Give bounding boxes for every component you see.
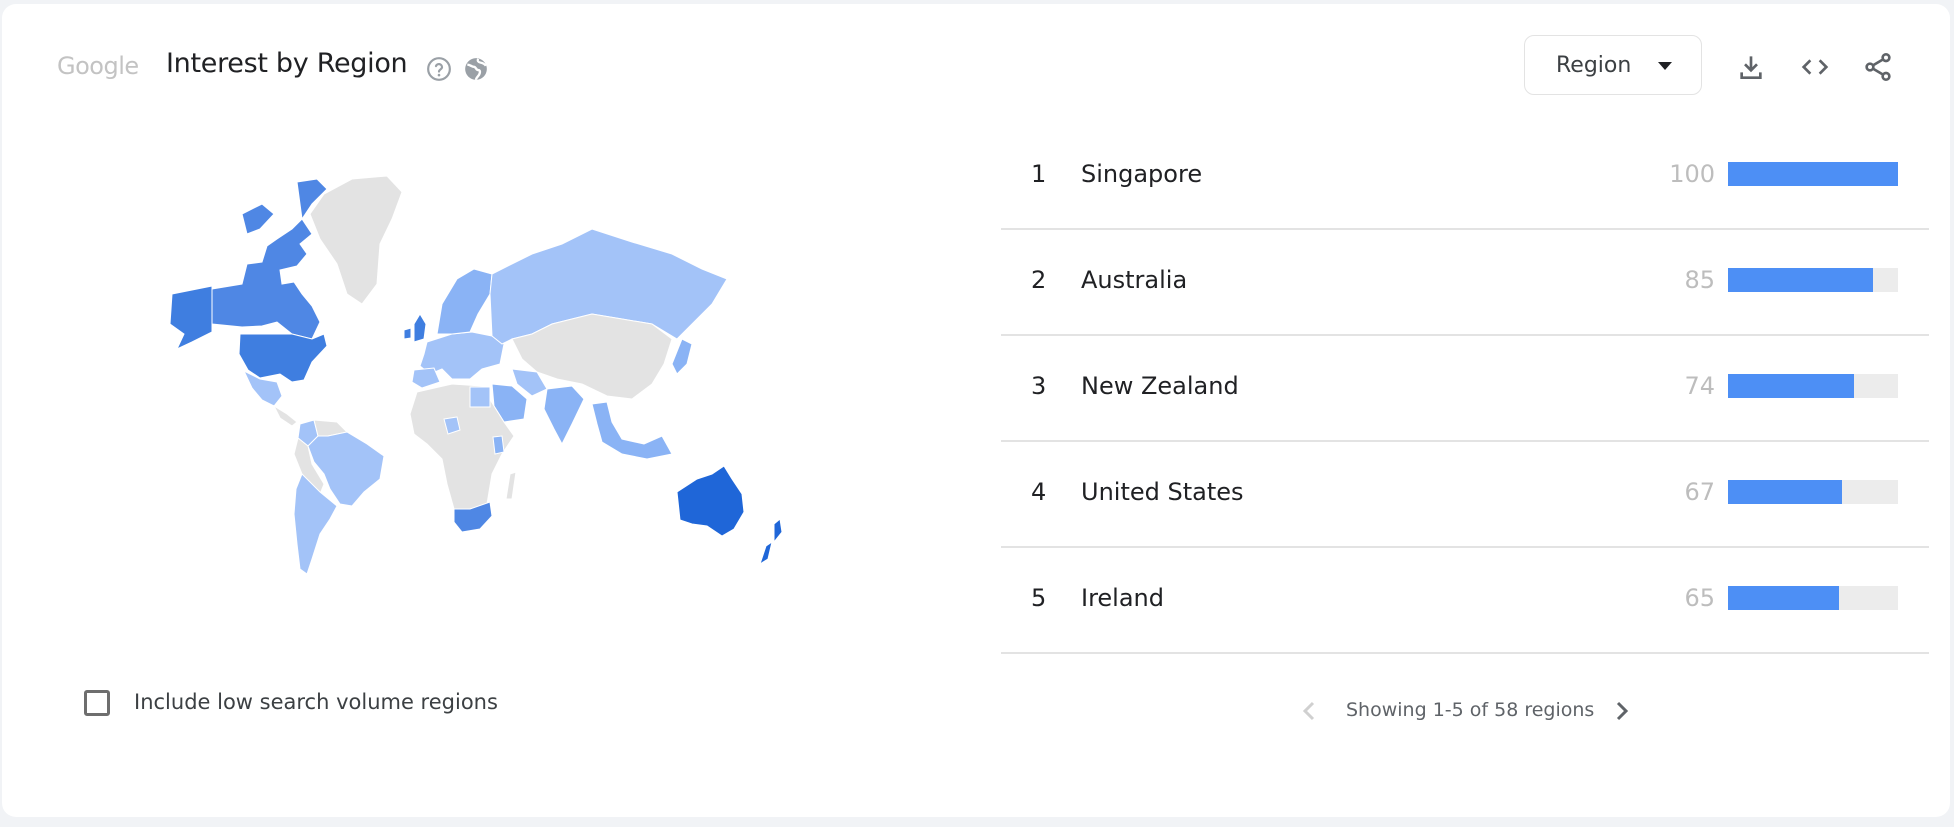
row-bar-fill xyxy=(1728,374,1854,398)
map-region-australia[interactable] xyxy=(676,465,745,537)
world-map[interactable] xyxy=(152,174,852,614)
row-bar-track xyxy=(1728,480,1898,504)
map-region-united-kingdom[interactable] xyxy=(413,313,427,343)
map-region-alaska[interactable] xyxy=(169,285,213,351)
map-region-egypt[interactable] xyxy=(469,386,491,408)
pagination-status: Showing 1-5 of 58 regions xyxy=(1346,699,1595,721)
list-item[interactable]: 2 Australia 85 xyxy=(1001,230,1929,336)
row-rank: 3 xyxy=(1031,372,1047,400)
row-rank: 5 xyxy=(1031,584,1047,612)
globe-icon[interactable] xyxy=(463,56,489,82)
map-region-ireland[interactable] xyxy=(403,327,412,340)
chevron-left-icon[interactable] xyxy=(1298,696,1322,726)
row-rank: 4 xyxy=(1031,478,1047,506)
row-region-name[interactable]: New Zealand xyxy=(1081,372,1239,400)
row-rank: 1 xyxy=(1031,160,1047,188)
resolution-select[interactable]: Region xyxy=(1524,35,1702,95)
row-bar-track xyxy=(1728,374,1898,398)
download-icon[interactable] xyxy=(1735,51,1767,83)
region-ranking-list: 1 Singapore 100 2 Australia 85 3 New Zealand 74 4… xyxy=(1001,124,1929,654)
map-region-spain[interactable] xyxy=(411,367,441,389)
map-region-new-zealand[interactable] xyxy=(759,518,783,566)
row-value: 67 xyxy=(1684,478,1715,506)
row-region-name[interactable]: Ireland xyxy=(1081,584,1164,612)
list-item[interactable]: 5 Ireland 65 xyxy=(1001,548,1929,654)
row-value: 74 xyxy=(1684,372,1715,400)
caret-down-icon xyxy=(1658,62,1672,70)
list-item[interactable]: 4 United States 67 xyxy=(1001,442,1929,548)
row-bar-fill xyxy=(1728,586,1839,610)
row-bar-fill xyxy=(1728,268,1873,292)
map-region-scandinavia[interactable] xyxy=(436,268,493,335)
row-value: 85 xyxy=(1684,266,1715,294)
map-region-madagascar[interactable] xyxy=(505,471,517,500)
map-region-kenya[interactable] xyxy=(492,435,505,455)
row-bar-track xyxy=(1728,268,1898,292)
low-volume-label: Include low search volume regions xyxy=(134,690,498,714)
row-bar-track xyxy=(1728,162,1898,186)
row-bar-track xyxy=(1728,586,1898,610)
help-circle-icon[interactable] xyxy=(426,56,452,82)
map-region-japan[interactable] xyxy=(671,338,693,375)
google-logo: Google xyxy=(57,52,139,80)
interest-by-region-card: Google Interest by Region Region 1 Singa… xyxy=(2,4,1950,817)
card-title: Interest by Region xyxy=(166,48,408,79)
row-region-name[interactable]: Singapore xyxy=(1081,160,1202,188)
map-region-greenland[interactable] xyxy=(309,175,403,305)
map-region-central-america[interactable] xyxy=(272,404,298,427)
row-bar-fill xyxy=(1728,480,1842,504)
row-rank: 2 xyxy=(1031,266,1047,294)
map-region-southeast-asia[interactable] xyxy=(591,401,673,460)
code-embed-icon[interactable] xyxy=(1799,51,1831,83)
low-volume-checkbox[interactable] xyxy=(84,690,110,716)
share-icon[interactable] xyxy=(1862,51,1894,83)
row-region-name[interactable]: United States xyxy=(1081,478,1244,506)
row-value: 100 xyxy=(1669,160,1715,188)
row-region-name[interactable]: Australia xyxy=(1081,266,1187,294)
chevron-right-icon[interactable] xyxy=(1610,696,1634,726)
map-region-canada[interactable] xyxy=(211,178,328,340)
row-value: 65 xyxy=(1684,584,1715,612)
resolution-select-value: Region xyxy=(1556,53,1632,78)
row-bar-fill xyxy=(1728,162,1898,186)
list-item[interactable]: 1 Singapore 100 xyxy=(1001,124,1929,230)
list-item[interactable]: 3 New Zealand 74 xyxy=(1001,336,1929,442)
map-region-india[interactable] xyxy=(543,385,585,446)
